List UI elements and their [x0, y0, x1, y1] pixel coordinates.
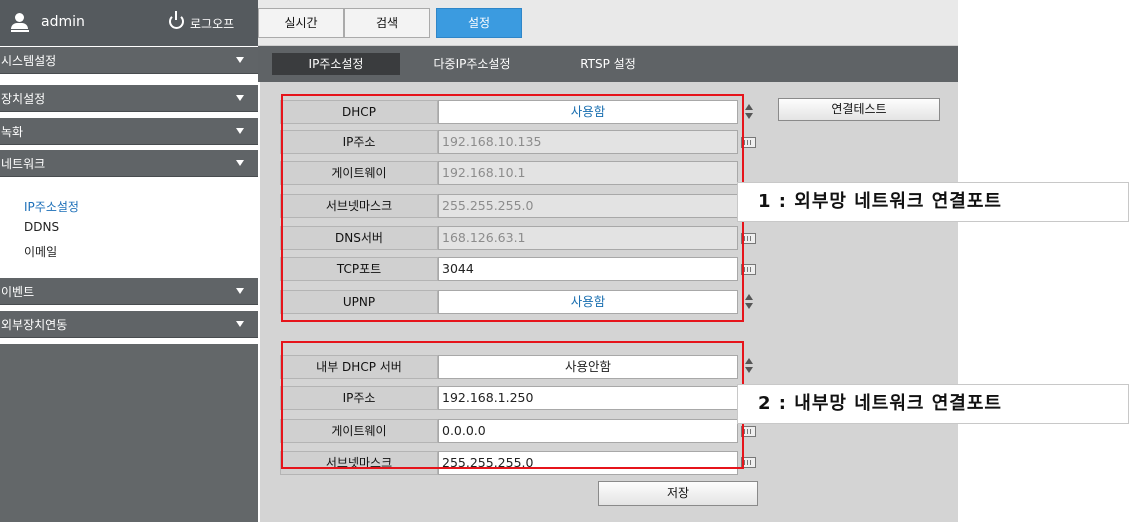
submenu-item-email[interactable]: 이메일: [24, 243, 57, 260]
power-icon[interactable]: [169, 11, 184, 29]
network-submenu: IP주소설정 DDNS 이메일: [0, 182, 258, 274]
external-port-annotation: 1 : 외부망 네트워크 연결포트: [737, 182, 1129, 222]
dhcp-spinner[interactable]: [744, 102, 754, 122]
chevron-down-icon: [236, 288, 244, 294]
sidebar-item-event[interactable]: 이벤트: [0, 278, 258, 305]
main-tab-bar: 실시간 검색 설정: [258, 0, 958, 46]
submenu-item-ip-settings[interactable]: IP주소설정: [24, 198, 79, 215]
submenu-item-ddns[interactable]: DDNS: [24, 220, 59, 234]
external-port-highlight: [281, 94, 744, 322]
internal-port-highlight: [281, 341, 744, 469]
sidebar-item-label: 장치설정: [1, 92, 46, 106]
chevron-down-icon: [236, 57, 244, 63]
user-bar: admin 로그오프: [0, 0, 258, 46]
chevron-down-icon: [236, 160, 244, 166]
subtab-ip-settings[interactable]: IP주소설정: [272, 53, 400, 75]
sidebar-item-label: 이벤트: [1, 285, 35, 299]
user-icon: [11, 13, 29, 33]
upnp-spinner[interactable]: [744, 292, 754, 312]
sidebar-item-device[interactable]: 장치설정: [0, 85, 258, 112]
save-button[interactable]: 저장: [598, 481, 758, 506]
tab-live[interactable]: 실시간: [258, 8, 344, 38]
connection-test-button[interactable]: 연결테스트: [778, 98, 940, 121]
sidebar-item-label: 시스템설정: [1, 54, 57, 68]
chevron-down-icon: [236, 95, 244, 101]
subtab-multi-ip[interactable]: 다중IP주소설정: [416, 53, 528, 75]
logout-link[interactable]: 로그오프: [190, 15, 234, 32]
subtab-rtsp[interactable]: RTSP 설정: [558, 53, 658, 75]
internal-port-annotation: 2 : 내부망 네트워크 연결포트: [737, 384, 1129, 424]
sidebar-item-label: 외부장치연동: [1, 318, 68, 332]
sidebar-item-external-device[interactable]: 외부장치연동: [0, 311, 258, 338]
sidebar-item-label: 네트워크: [1, 157, 46, 171]
username: admin: [41, 14, 85, 30]
sidebar-empty-area: [0, 344, 258, 522]
internal-dhcp-spinner[interactable]: [744, 356, 754, 376]
sidebar-item-recording[interactable]: 녹화: [0, 118, 258, 145]
sidebar-item-network[interactable]: 네트워크: [0, 150, 258, 177]
sidebar-item-system[interactable]: 시스템설정: [0, 47, 258, 74]
sidebar-item-label: 녹화: [1, 125, 24, 139]
chevron-down-icon: [236, 128, 244, 134]
tab-settings[interactable]: 설정: [436, 8, 522, 38]
settings-sub-tab-bar: IP주소설정 다중IP주소설정 RTSP 설정: [258, 46, 958, 82]
tab-search[interactable]: 검색: [344, 8, 430, 38]
chevron-down-icon: [236, 321, 244, 327]
